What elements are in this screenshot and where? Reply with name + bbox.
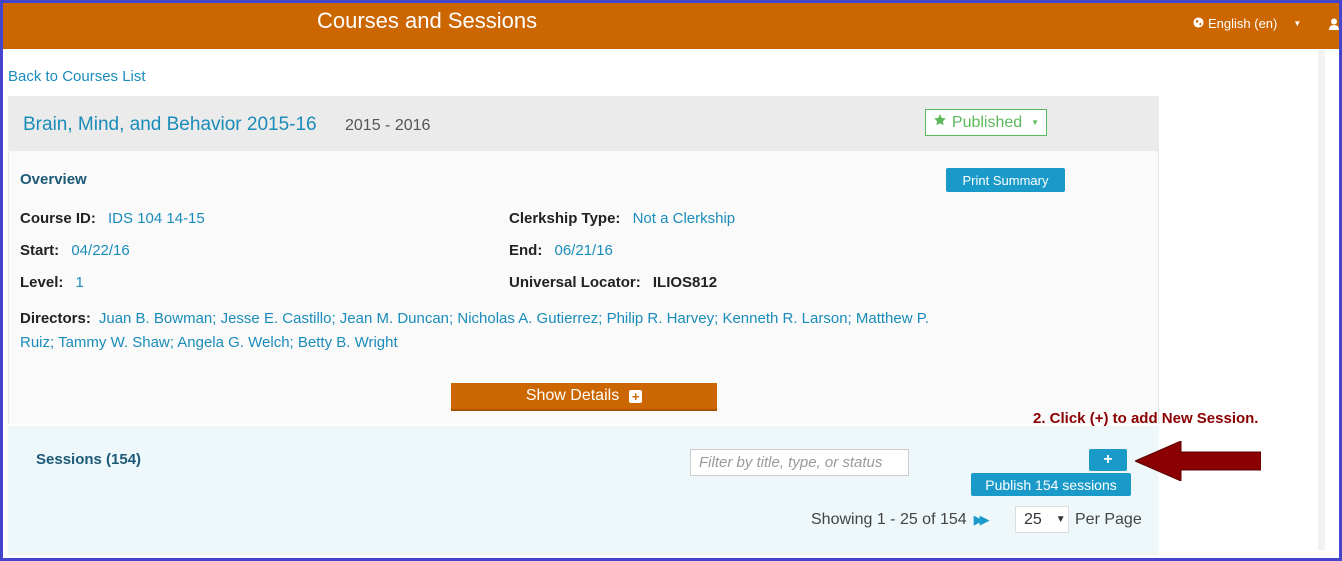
sessions-filter-input[interactable] bbox=[690, 449, 909, 476]
add-session-button[interactable]: + bbox=[1089, 449, 1127, 471]
pagination-status: Showing 1 - 25 of 154 ▶▶ bbox=[811, 511, 990, 529]
print-summary-button[interactable]: Print Summary bbox=[946, 168, 1065, 192]
sessions-panel: Sessions (154) + Publish 154 sessions Sh… bbox=[8, 426, 1159, 555]
start-label: Start: bbox=[20, 242, 60, 259]
next-page-icon[interactable]: ▶▶ bbox=[974, 512, 990, 528]
globe-icon bbox=[1193, 16, 1204, 31]
course-id-label: Course ID: bbox=[20, 210, 96, 227]
scrollbar-track[interactable] bbox=[1318, 50, 1325, 550]
per-page-label: Per Page bbox=[1075, 511, 1142, 528]
publish-sessions-button[interactable]: Publish 154 sessions bbox=[971, 473, 1131, 496]
course-title[interactable]: Brain, Mind, and Behavior 2015-16 bbox=[23, 114, 317, 136]
universal-locator-value: ILIOS812 bbox=[652, 274, 718, 291]
clerkship-field: Clerkship Type: Not a Clerkship bbox=[509, 210, 735, 227]
per-page-value: 25 bbox=[1024, 510, 1042, 528]
publish-status-label: Published bbox=[951, 113, 1023, 131]
annotation-arrow-icon bbox=[1135, 441, 1261, 481]
level-value[interactable]: 1 bbox=[76, 274, 84, 291]
show-details-button[interactable]: Show Details + bbox=[451, 383, 717, 411]
directors-value[interactable]: Juan B. Bowman; Jesse E. Castillo; Jean … bbox=[20, 310, 929, 351]
language-label: English (en) bbox=[1208, 16, 1278, 31]
chevron-down-icon: ▼ bbox=[1031, 118, 1040, 127]
course-years: 2015 - 2016 bbox=[345, 117, 431, 134]
universal-locator-label: Universal Locator: bbox=[509, 274, 641, 291]
course-id-field: Course ID: IDS 104 14-15 bbox=[20, 210, 205, 227]
user-icon[interactable] bbox=[1329, 17, 1339, 30]
level-field: Level: 1 bbox=[20, 274, 84, 291]
end-field: End: 06/21/16 bbox=[509, 242, 613, 259]
plus-square-icon: + bbox=[629, 389, 643, 403]
clerkship-label: Clerkship Type: bbox=[509, 210, 621, 227]
publish-status-dropdown[interactable]: Published ▼ bbox=[925, 109, 1047, 136]
page-title: Courses and Sessions bbox=[317, 8, 538, 33]
annotation-text: 2. Click (+) to add New Session. bbox=[1033, 410, 1259, 427]
directors-label: Directors: bbox=[20, 310, 91, 327]
course-header: Brain, Mind, and Behavior 2015-16 2015 -… bbox=[8, 96, 1159, 151]
end-value[interactable]: 06/21/16 bbox=[555, 242, 613, 259]
overview-heading: Overview bbox=[20, 171, 87, 188]
back-to-courses-link[interactable]: Back to Courses List bbox=[8, 68, 146, 85]
course-id-value[interactable]: IDS 104 14-15 bbox=[108, 210, 205, 227]
sessions-heading: Sessions (154) bbox=[36, 451, 142, 468]
chevron-down-icon: ▼ bbox=[1293, 19, 1302, 28]
pagination-text: Showing 1 - 25 of 154 bbox=[811, 511, 967, 528]
top-header-bar: Courses and Sessions English (en) ▼ bbox=[3, 3, 1339, 49]
level-label: Level: bbox=[20, 274, 64, 291]
language-selector[interactable]: English (en) ▼ bbox=[1193, 16, 1301, 31]
show-details-label: Show Details bbox=[525, 387, 620, 404]
start-value[interactable]: 04/22/16 bbox=[71, 242, 129, 259]
star-icon bbox=[933, 113, 947, 132]
overview-panel: Overview Print Summary Course ID: IDS 10… bbox=[8, 151, 1159, 424]
clerkship-value[interactable]: Not a Clerkship bbox=[633, 210, 736, 227]
per-page-select[interactable]: 25 ▼ bbox=[1015, 506, 1069, 533]
start-field: Start: 04/22/16 bbox=[20, 242, 130, 259]
chevron-down-icon: ▼ bbox=[1055, 514, 1066, 525]
end-label: End: bbox=[509, 242, 543, 259]
directors-field: Directors: Juan B. Bowman; Jesse E. Casti… bbox=[20, 307, 930, 355]
universal-locator-field: Universal Locator: ILIOS812 bbox=[509, 274, 717, 291]
